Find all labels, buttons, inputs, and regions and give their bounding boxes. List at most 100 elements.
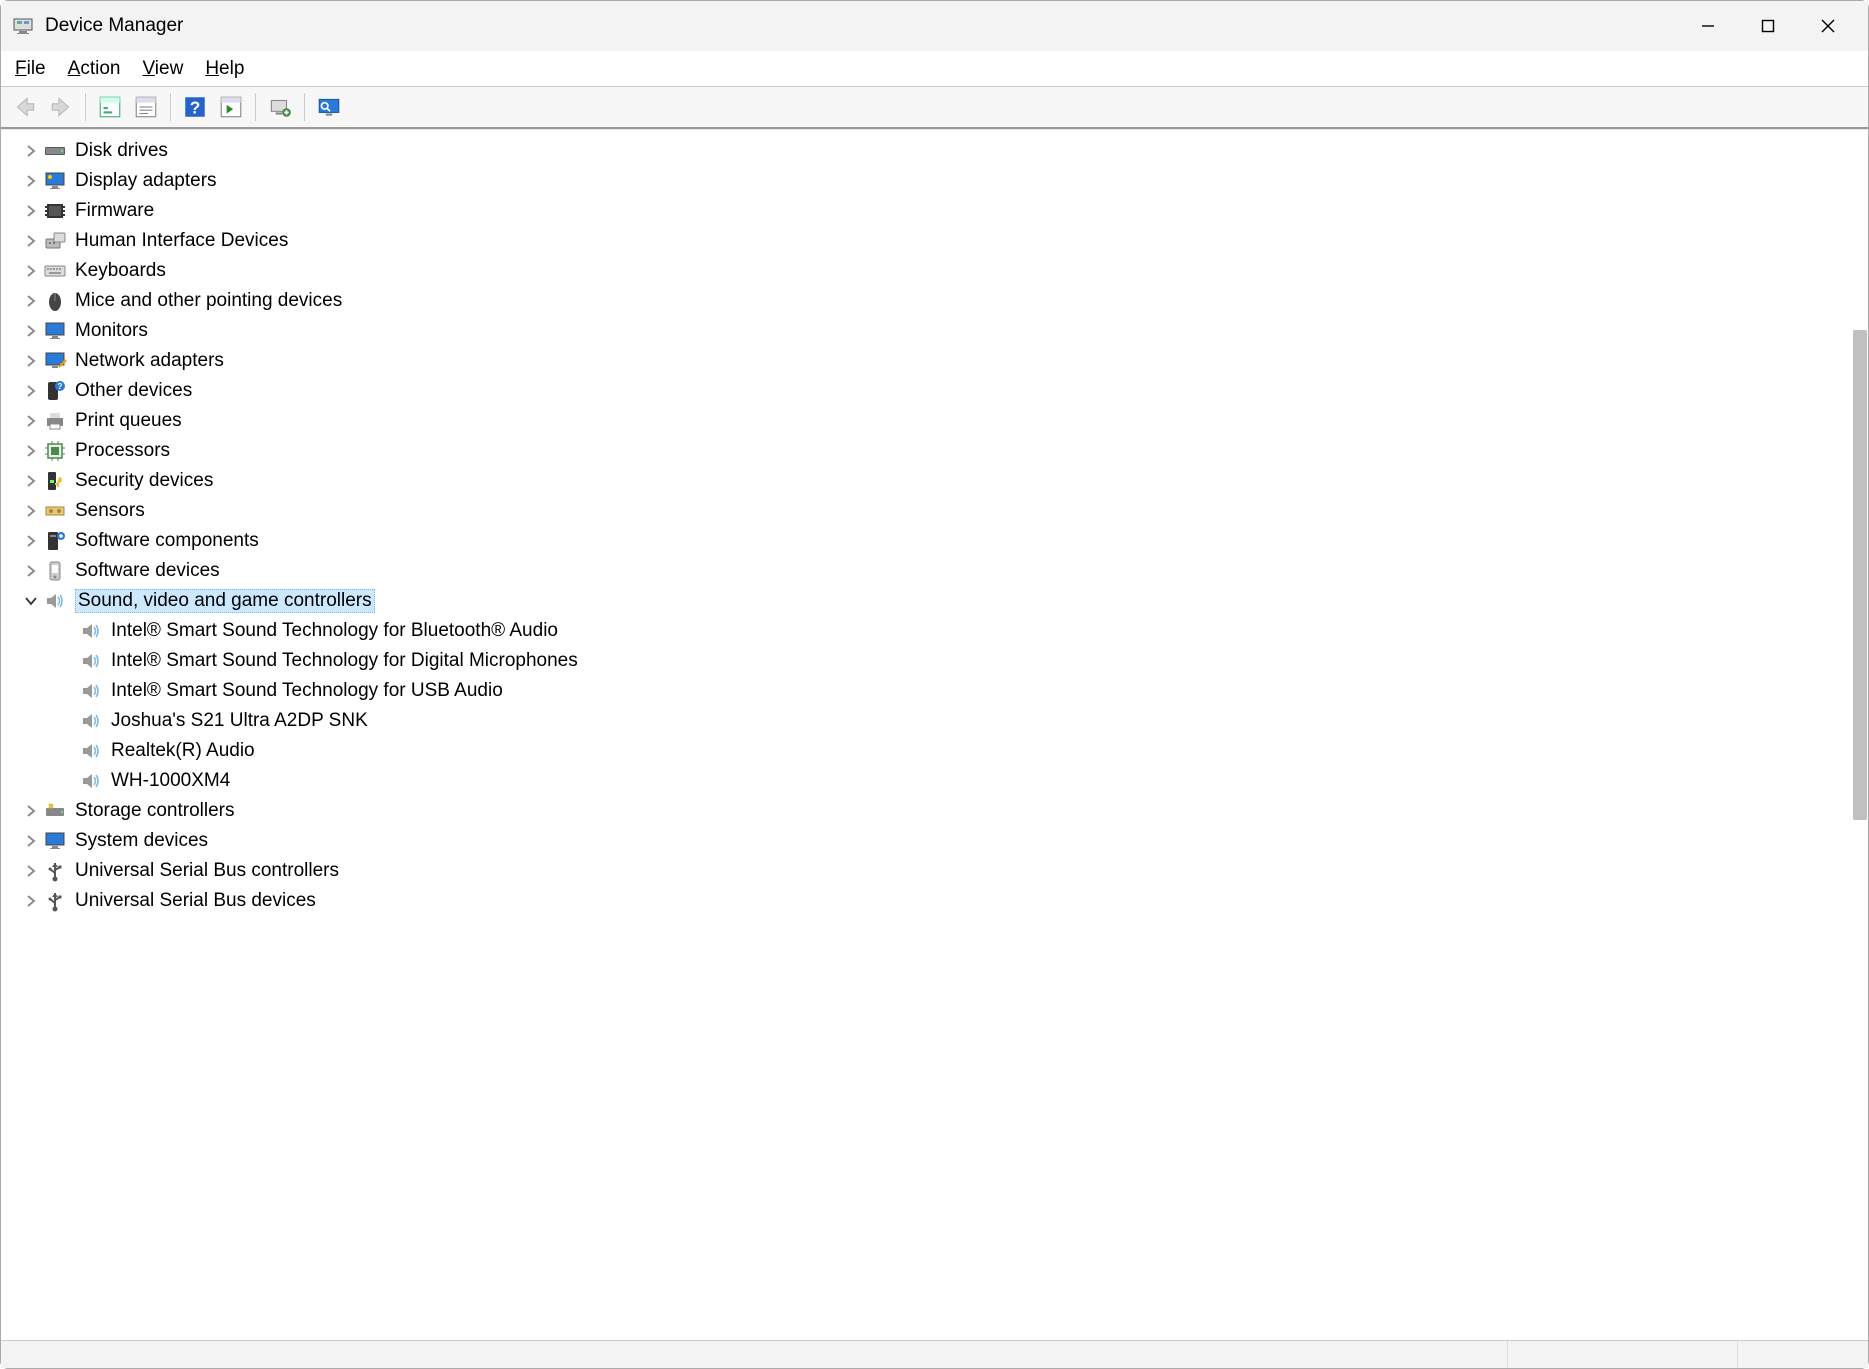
menu-file[interactable]: File [15, 58, 46, 80]
expand-chevron-icon[interactable] [21, 171, 41, 191]
expand-chevron-icon[interactable] [21, 531, 41, 551]
statusbar [1, 1340, 1868, 1368]
expand-chevron-icon[interactable] [21, 831, 41, 851]
tree-category[interactable]: Processors [21, 436, 1868, 466]
tree-category-label: Network adapters [75, 350, 224, 372]
menu-view[interactable]: View [142, 58, 183, 80]
device-tree[interactable]: Disk drives Display adapters Firmware Human… [1, 130, 1868, 1340]
expand-chevron-icon[interactable] [21, 321, 41, 341]
devices-by-connection-button[interactable] [313, 91, 345, 123]
titlebar[interactable]: Device Manager [1, 1, 1868, 51]
tree-device[interactable]: WH-1000XM4 [79, 766, 1868, 796]
tree-category-label: Software components [75, 530, 259, 552]
tree-category[interactable]: Keyboards [21, 256, 1868, 286]
tree-category-label: Firmware [75, 200, 154, 222]
system-icon [43, 829, 67, 853]
app-icon [11, 14, 35, 38]
tree-category[interactable]: Sensors [21, 496, 1868, 526]
expand-chevron-icon[interactable] [21, 861, 41, 881]
menu-action[interactable]: Action [68, 58, 121, 80]
add-legacy-hardware-button[interactable] [264, 91, 296, 123]
tree-category[interactable]: Software devices [21, 556, 1868, 586]
tree-category[interactable]: Monitors [21, 316, 1868, 346]
network-icon [43, 349, 67, 373]
expand-chevron-icon[interactable] [21, 591, 41, 611]
status-cell [1508, 1341, 1738, 1368]
tree-category[interactable]: Universal Serial Bus controllers [21, 856, 1868, 886]
tree-category-label: Other devices [75, 380, 192, 402]
firmware-icon [43, 199, 67, 223]
tree-category[interactable]: Universal Serial Bus devices [21, 886, 1868, 916]
tree-category[interactable]: Security devices [21, 466, 1868, 496]
tree-device-label: Joshua's S21 Ultra A2DP SNK [111, 710, 368, 732]
back-button[interactable] [9, 91, 41, 123]
scrollbar-thumb[interactable] [1853, 330, 1867, 820]
tree-device[interactable]: Intel® Smart Sound Technology for Digita… [79, 646, 1868, 676]
tree-category-label: Software devices [75, 560, 220, 582]
tree-category[interactable]: Firmware [21, 196, 1868, 226]
display-icon [43, 169, 67, 193]
tree-device[interactable]: Intel® Smart Sound Technology for USB Au… [79, 676, 1868, 706]
status-cell [1, 1341, 1508, 1368]
tree-category[interactable]: Software components [21, 526, 1868, 556]
expand-chevron-icon[interactable] [21, 201, 41, 221]
monitor-icon [43, 319, 67, 343]
maximize-button[interactable] [1738, 1, 1798, 51]
swcomp-icon [43, 529, 67, 553]
expand-chevron-icon[interactable] [21, 801, 41, 821]
tree-category[interactable]: Network adapters [21, 346, 1868, 376]
forward-button[interactable] [45, 91, 77, 123]
separator [304, 93, 305, 121]
sound-icon [79, 619, 103, 643]
device-manager-window: Device Manager File Action View Help ? D… [1, 1, 1868, 1368]
close-button[interactable] [1798, 1, 1858, 51]
tree-device[interactable]: Realtek(R) Audio [79, 736, 1868, 766]
tree-category[interactable]: Print queues [21, 406, 1868, 436]
tree-category[interactable]: Storage controllers [21, 796, 1868, 826]
tree-category-label: Print queues [75, 410, 182, 432]
tree-category[interactable]: System devices [21, 826, 1868, 856]
properties-button[interactable] [130, 91, 162, 123]
tree-device-label: Realtek(R) Audio [111, 740, 255, 762]
tree-category[interactable]: Display adapters [21, 166, 1868, 196]
show-hide-console-button[interactable] [94, 91, 126, 123]
minimize-button[interactable] [1678, 1, 1738, 51]
tree-category-label: Storage controllers [75, 800, 234, 822]
tree-category[interactable]: Disk drives [21, 136, 1868, 166]
expand-chevron-icon[interactable] [21, 381, 41, 401]
svg-text:?: ? [58, 382, 63, 391]
expand-chevron-icon[interactable] [21, 291, 41, 311]
other-icon: ? [43, 379, 67, 403]
keyboard-icon [43, 259, 67, 283]
tree-device[interactable]: Intel® Smart Sound Technology for Blueto… [79, 616, 1868, 646]
tree-category[interactable]: Human Interface Devices [21, 226, 1868, 256]
tree-device-label: WH-1000XM4 [111, 770, 230, 792]
status-cell [1738, 1341, 1868, 1368]
tree-category[interactable]: ? Other devices [21, 376, 1868, 406]
expand-chevron-icon[interactable] [21, 561, 41, 581]
expand-chevron-icon[interactable] [21, 231, 41, 251]
expand-chevron-icon[interactable] [21, 441, 41, 461]
expand-chevron-icon[interactable] [21, 261, 41, 281]
scan-hardware-button[interactable] [215, 91, 247, 123]
expand-chevron-icon[interactable] [21, 891, 41, 911]
separator [255, 93, 256, 121]
expand-chevron-icon[interactable] [21, 411, 41, 431]
tree-category-label: Sound, video and game controllers [75, 589, 375, 613]
usb-icon [43, 859, 67, 883]
expand-chevron-icon[interactable] [21, 501, 41, 521]
menu-help[interactable]: Help [205, 58, 244, 80]
svg-text:?: ? [190, 98, 201, 118]
printer-icon [43, 409, 67, 433]
menubar: File Action View Help [1, 51, 1868, 87]
expand-chevron-icon[interactable] [21, 351, 41, 371]
tree-category-label: Processors [75, 440, 170, 462]
expand-chevron-icon[interactable] [21, 141, 41, 161]
tree-category-label: Universal Serial Bus controllers [75, 860, 339, 882]
tree-category[interactable]: Sound, video and game controllers [21, 586, 1868, 616]
help-button[interactable]: ? [179, 91, 211, 123]
tree-category[interactable]: Mice and other pointing devices [21, 286, 1868, 316]
expand-chevron-icon[interactable] [21, 471, 41, 491]
tree-device[interactable]: Joshua's S21 Ultra A2DP SNK [79, 706, 1868, 736]
tree-category-label: Disk drives [75, 140, 168, 162]
